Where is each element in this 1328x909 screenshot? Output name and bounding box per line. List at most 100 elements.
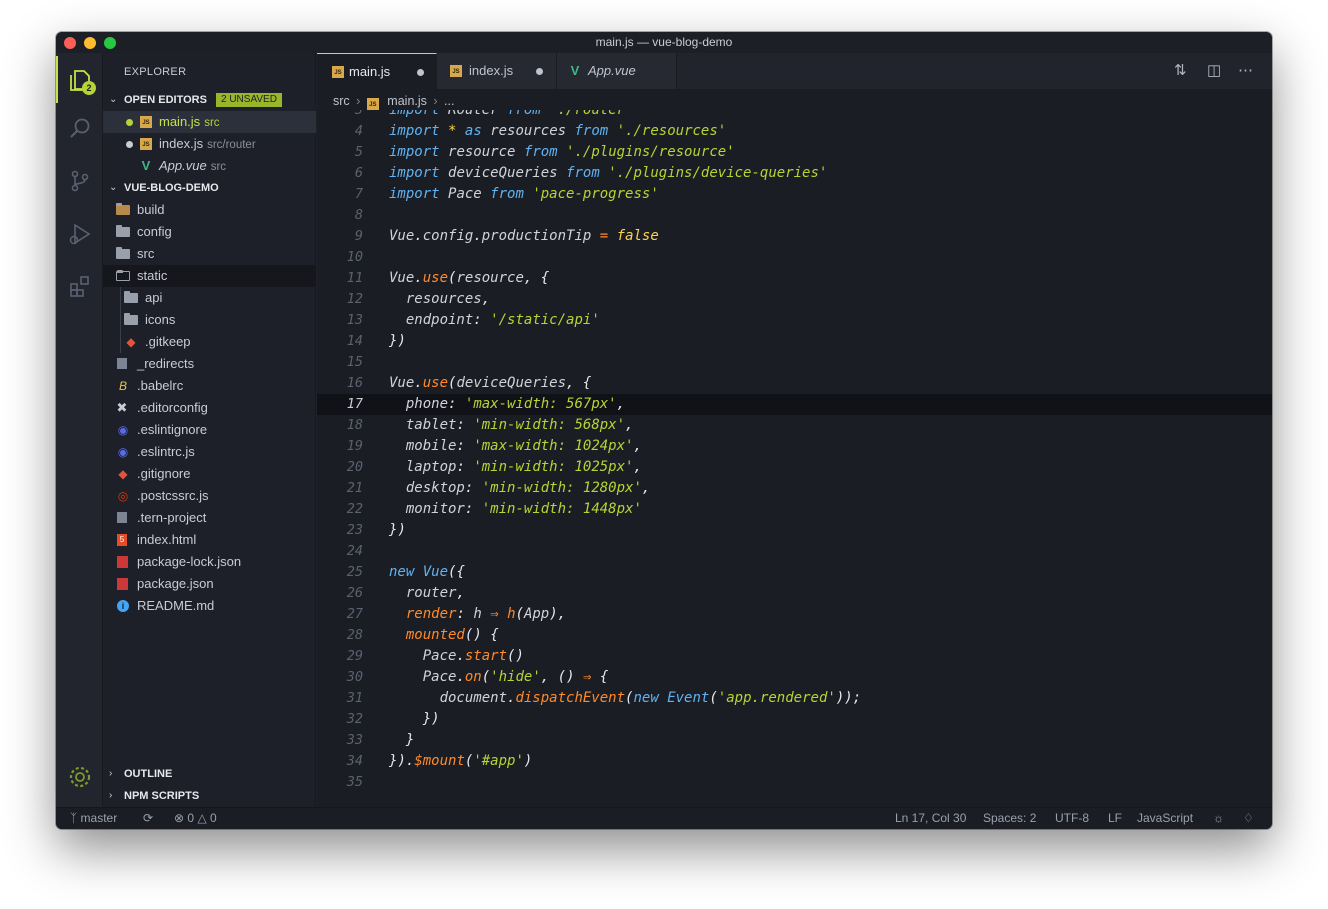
code-line[interactable]: 5 import resource from './plugins/resourc…	[317, 142, 1272, 163]
tree-file[interactable]: ◎ .postcssrc.js	[103, 485, 316, 507]
source-control-activity[interactable]	[56, 157, 103, 204]
breadcrumb-folder[interactable]: src	[333, 94, 350, 108]
tree-file[interactable]: _redirects	[103, 353, 316, 375]
open-editors-header[interactable]: ⌄ OPEN EDITORS 2 UNSAVED	[103, 89, 316, 111]
folder-icon	[116, 203, 130, 215]
line-number: 12	[346, 291, 363, 307]
project-header[interactable]: ⌄ VUE-BLOG-DEMO	[103, 177, 316, 199]
code-line[interactable]: 9 Vue.config.productionTip = false	[317, 226, 1272, 247]
line-number: 31	[346, 690, 363, 706]
warning-icon: △	[197, 811, 207, 825]
search-activity[interactable]	[56, 105, 103, 152]
tree-file[interactable]: .tern-project	[103, 507, 316, 529]
code-line[interactable]: 15	[317, 352, 1272, 373]
code-line[interactable]: 20 laptop: 'min-width: 1025px',	[317, 457, 1272, 478]
tree-file[interactable]: package.json	[103, 573, 316, 595]
encoding-status[interactable]: UTF-8	[1055, 808, 1089, 829]
problems-status[interactable]: ⊗ 0 △ 0	[174, 808, 217, 829]
code-line[interactable]: 11 Vue.use(resource, {	[317, 268, 1272, 289]
feedback-icon[interactable]: ☼	[1213, 808, 1224, 829]
code-line[interactable]: 32 })	[317, 709, 1272, 730]
indentation-status[interactable]: Spaces: 2	[983, 808, 1036, 829]
tree-folder[interactable]: build	[103, 199, 316, 221]
code-line[interactable]: 10	[317, 247, 1272, 268]
explorer-activity[interactable]: 2	[56, 56, 103, 103]
zoom-window-button[interactable]	[104, 37, 116, 49]
tree-file[interactable]: ◆ .gitignore	[103, 463, 316, 485]
outline-header[interactable]: › OUTLINE	[103, 763, 316, 785]
unsaved-dot-icon	[126, 141, 133, 148]
branch-status[interactable]: ᛉ master	[70, 808, 117, 829]
code-line[interactable]: 25 new Vue({	[317, 562, 1272, 583]
breadcrumb-more[interactable]: ...	[444, 94, 454, 108]
code-line[interactable]: 22 monitor: 'min-width: 1448px'	[317, 499, 1272, 520]
cursor-position[interactable]: Ln 17, Col 30	[895, 808, 966, 829]
code-line[interactable]: 35	[317, 772, 1272, 793]
tree-folder[interactable]: icons	[103, 309, 316, 331]
tree-file[interactable]: 5 index.html	[103, 529, 316, 551]
npm-scripts-header[interactable]: › NPM SCRIPTS	[103, 785, 316, 807]
code-line[interactable]: 34}).$mount('#app')	[317, 751, 1272, 772]
open-editor-item[interactable]: JS main.js src	[103, 111, 316, 133]
tab-main-js[interactable]: JS main.js	[317, 53, 437, 89]
code-line[interactable]: 6 import deviceQueries from './plugins/de…	[317, 163, 1272, 184]
code-line[interactable]: 18 tablet: 'min-width: 568px',	[317, 415, 1272, 436]
open-editor-item[interactable]: V App.vue src	[103, 155, 316, 177]
code-text: mobile: 'max-width: 1024px',	[405, 438, 642, 454]
split-editor-icon[interactable]: ◫	[1207, 53, 1221, 89]
debug-activity[interactable]	[56, 210, 103, 257]
code-line[interactable]: 26 router,	[317, 583, 1272, 604]
breadcrumb-file[interactable]: main.js	[387, 94, 427, 108]
minimize-window-button[interactable]	[84, 37, 96, 49]
code-line[interactable]: 17 phone: 'max-width: 567px',	[317, 394, 1272, 415]
code-line[interactable]: 14})	[317, 331, 1272, 352]
tree-file[interactable]: i README.md	[103, 595, 316, 617]
more-actions-icon[interactable]: ⋯	[1238, 53, 1253, 89]
language-mode[interactable]: JavaScript	[1137, 808, 1193, 829]
code-line[interactable]: 8	[317, 205, 1272, 226]
tree-folder[interactable]: static	[103, 265, 316, 287]
tree-file[interactable]: B .babelrc	[103, 375, 316, 397]
code-line[interactable]: 3 import Router from './router'	[317, 110, 1272, 121]
npm-icon	[117, 578, 128, 590]
code-line[interactable]: 29 Pace.start()	[317, 646, 1272, 667]
code-line[interactable]: 23})	[317, 520, 1272, 541]
tree-folder[interactable]: config	[103, 221, 316, 243]
code-editor[interactable]: 3 import Router from './router' 4 import * …	[317, 110, 1272, 807]
extensions-activity[interactable]	[56, 262, 103, 309]
code-line[interactable]: 13 endpoint: '/static/api'	[317, 310, 1272, 331]
tree-file[interactable]: ◆ .gitkeep	[103, 331, 316, 353]
line-number: 5	[354, 144, 363, 160]
code-line[interactable]: 28 mounted() {	[317, 625, 1272, 646]
tab-index-js[interactable]: JS index.js	[437, 53, 557, 89]
line-number: 4	[354, 123, 363, 139]
tree-folder[interactable]: api	[103, 287, 316, 309]
code-line[interactable]: 30 Pace.on('hide', () ⇒ {	[317, 667, 1272, 688]
close-window-button[interactable]	[64, 37, 76, 49]
code-line[interactable]: 33 }	[317, 730, 1272, 751]
code-line[interactable]: 21 desktop: 'min-width: 1280px',	[317, 478, 1272, 499]
eslint-icon: ◉	[117, 423, 129, 437]
open-editor-item[interactable]: JS index.js src/router	[103, 133, 316, 155]
code-line[interactable]: 12 resources,	[317, 289, 1272, 310]
sync-icon[interactable]: ⟳	[143, 808, 153, 829]
eol-status[interactable]: LF	[1108, 808, 1122, 829]
tree-file[interactable]: ◉ .eslintrc.js	[103, 441, 316, 463]
code-line[interactable]: 4 import * as resources from './resources…	[317, 121, 1272, 142]
settings-activity[interactable]	[56, 753, 103, 800]
tab-app-vue[interactable]: V App.vue	[557, 53, 677, 89]
tree-file[interactable]: package-lock.json	[103, 551, 316, 573]
tree-file[interactable]: ◉ .eslintignore	[103, 419, 316, 441]
tree-folder[interactable]: src	[103, 243, 316, 265]
notifications-icon[interactable]: ♢	[1243, 808, 1254, 829]
code-line[interactable]: 27 render: h ⇒ h(App),	[317, 604, 1272, 625]
tree-file[interactable]: ✖ .editorconfig	[103, 397, 316, 419]
compare-changes-icon[interactable]: ⇅	[1174, 53, 1187, 89]
code-line[interactable]: 16 Vue.use(deviceQueries, {	[317, 373, 1272, 394]
chevron-right-icon: ›	[433, 94, 438, 108]
code-text: import resource from './plugins/resource…	[389, 144, 735, 160]
code-line[interactable]: 7 import Pace from 'pace-progress'	[317, 184, 1272, 205]
code-line[interactable]: 24	[317, 541, 1272, 562]
code-line[interactable]: 31 document.dispatchEvent(new Event('app…	[317, 688, 1272, 709]
code-line[interactable]: 19 mobile: 'max-width: 1024px',	[317, 436, 1272, 457]
